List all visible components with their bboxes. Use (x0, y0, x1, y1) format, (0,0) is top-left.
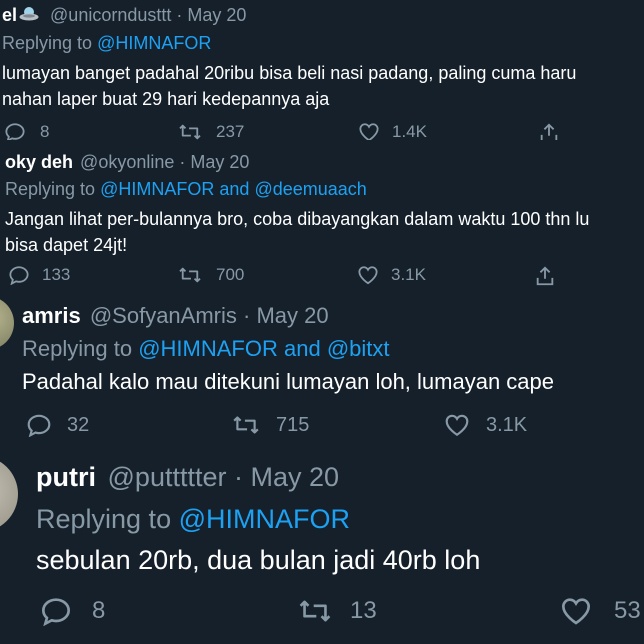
retweet-button[interactable]: 700 (178, 265, 244, 285)
like-count: 53 (614, 597, 641, 624)
reply-icon (40, 596, 72, 626)
tweet-sofyanamris[interactable]: amris @SofyanAmris · May 20 Replying to … (0, 290, 644, 450)
reply-icon (8, 265, 30, 285)
like-count: 3.1K (391, 265, 426, 284)
like-button[interactable]: 53 (560, 596, 641, 626)
mention-join: and (284, 336, 321, 361)
like-button[interactable]: 1.4K (358, 122, 427, 140)
retweet-icon (178, 265, 202, 285)
like-count: 1.4K (392, 122, 427, 140)
mention-link[interactable]: @HIMNAFOR (179, 504, 350, 534)
tweet-text-line: bisa dapet 24jt! (5, 235, 128, 255)
retweet-count: 700 (216, 265, 245, 284)
replying-to: Replying to @HIMNAFOR (36, 504, 350, 535)
author-handle[interactable]: @unicorndusttt (50, 5, 171, 25)
ufo-emoji-icon (19, 5, 39, 28)
retweet-count: 237 (216, 122, 245, 140)
retweet-icon (178, 122, 202, 140)
avatar[interactable] (0, 456, 18, 532)
like-count: 3.1K (486, 413, 528, 436)
mention-link[interactable]: @HIMNAFOR (100, 179, 214, 199)
author-handle[interactable]: @puttttter (108, 462, 227, 492)
tweet-date[interactable]: May 20 (251, 462, 340, 492)
tweet-actions: 8 13 53 (0, 596, 644, 630)
separator-dot: · (176, 5, 183, 25)
tweet-text: Jangan lihat per-bulannya bro, coba diba… (5, 206, 589, 258)
tweet-text-line: lumayan banget padahal 20ribu bisa beli … (2, 63, 577, 83)
retweet-count: 715 (276, 413, 310, 436)
reply-button[interactable]: 32 (26, 413, 89, 437)
tweet-puttttter[interactable]: putri @puttttter · May 20 Replying to @H… (0, 450, 644, 644)
reply-count: 8 (92, 597, 106, 624)
share-icon (534, 265, 556, 287)
tweet-date[interactable]: May 20 (187, 5, 246, 25)
reply-button[interactable]: 8 (4, 122, 49, 140)
tweet-date[interactable]: May 20 (190, 152, 249, 172)
replying-to: Replying to @HIMNAFOR and @bitxt (22, 336, 390, 362)
heart-icon (444, 413, 470, 437)
mention-link[interactable]: @HIMNAFOR (97, 33, 211, 53)
retweet-count: 13 (350, 597, 377, 624)
tweet-text-line: sebulan 20rb, dua bulan jadi 40rb loh (36, 545, 481, 575)
retweet-button[interactable]: 13 (298, 596, 377, 626)
author-handle[interactable]: @okyonline (80, 152, 174, 172)
mention-join: and (219, 179, 250, 199)
tweet-text: sebulan 20rb, dua bulan jadi 40rb loh (36, 544, 480, 576)
mention-link[interactable]: @deemuaach (254, 179, 366, 199)
tweet-text-line: nahan laper buat 29 hari kedepannya aja (2, 89, 330, 109)
reply-count: 32 (67, 413, 90, 436)
retweet-button[interactable]: 715 (232, 413, 309, 437)
replying-to-label: Replying to (36, 504, 172, 534)
author-handle[interactable]: @SofyanAmris (90, 303, 237, 328)
replying-to-label: Replying to (5, 179, 96, 199)
tweet-text: lumayan banget padahal 20ribu bisa beli … (2, 60, 576, 112)
heart-icon (560, 596, 592, 626)
tweet-header: el @unicorndusttt · May 20 (2, 5, 246, 28)
reply-button[interactable]: 8 (40, 596, 105, 626)
tweet-header: oky deh @okyonline · May 20 (5, 152, 249, 173)
reply-count: 133 (42, 265, 71, 284)
tweet-actions: 32 715 3.1K (0, 413, 644, 441)
share-button[interactable] (534, 265, 556, 287)
replying-to: Replying to @HIMNAFOR (2, 33, 211, 54)
replying-to-label: Replying to (2, 33, 93, 53)
share-icon (538, 122, 560, 140)
author-name[interactable]: oky deh (5, 152, 73, 172)
reply-icon (26, 413, 52, 437)
tweet-text-line: Jangan lihat per-bulannya bro, coba diba… (5, 209, 590, 229)
retweet-icon (298, 596, 332, 626)
author-name[interactable]: putri (36, 462, 96, 492)
mention-link[interactable]: @HIMNAFOR (138, 336, 278, 361)
tweet-date[interactable]: May 20 (256, 303, 328, 328)
separator-dot: · (243, 303, 251, 328)
like-button[interactable]: 3.1K (444, 413, 527, 437)
tweet-text: Padahal kalo mau ditekuni lumayan loh, l… (22, 368, 554, 396)
tweet-actions: 8 237 1.4K (0, 122, 644, 140)
tweet-header: putri @puttttter · May 20 (36, 462, 339, 493)
reply-button[interactable]: 133 (8, 265, 70, 285)
reply-count: 8 (40, 122, 50, 140)
reply-icon (4, 122, 26, 140)
heart-icon (358, 122, 380, 140)
separator-dot: · (179, 152, 186, 172)
avatar[interactable] (0, 296, 14, 350)
tweet-unicorndusttt[interactable]: el @unicorndusttt · May 20 Replying to @… (0, 0, 644, 140)
tweet-text-line: Padahal kalo mau ditekuni lumayan loh, l… (22, 369, 554, 394)
author-name[interactable]: el (2, 5, 17, 25)
mention-link[interactable]: @bitxt (327, 336, 390, 361)
author-name[interactable]: amris (22, 303, 81, 328)
retweet-icon (232, 413, 260, 437)
tweet-okyonline[interactable]: oky deh @okyonline · May 20 Replying to … (0, 140, 644, 290)
replying-to: Replying to @HIMNAFOR and @deemuaach (5, 179, 367, 200)
like-button[interactable]: 3.1K (357, 265, 426, 285)
share-button[interactable] (538, 122, 560, 140)
replying-to-label: Replying to (22, 336, 133, 361)
heart-icon (357, 265, 379, 285)
separator-dot: · (234, 462, 243, 492)
tweet-header: amris @SofyanAmris · May 20 (22, 303, 329, 329)
retweet-button[interactable]: 237 (178, 122, 244, 140)
tweet-actions: 133 700 3.1K (0, 265, 644, 289)
